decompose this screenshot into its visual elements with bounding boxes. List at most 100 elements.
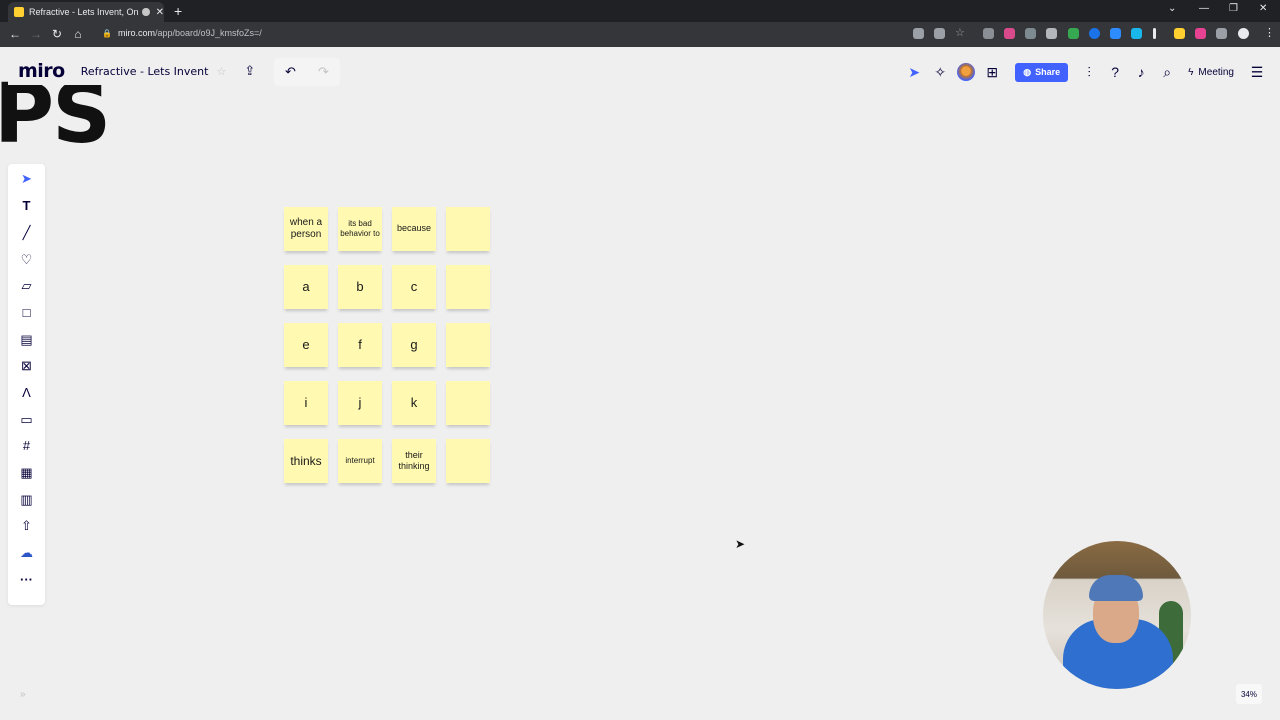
minimize-icon[interactable]: —	[1199, 3, 1209, 14]
notifications-bell-icon[interactable]: ♪	[1128, 64, 1154, 80]
sticky-note[interactable]: a	[284, 265, 328, 309]
info-ext-icon[interactable]	[1153, 28, 1156, 39]
sticky-note-icon[interactable]: ▱	[8, 275, 45, 297]
extension-flower-icon[interactable]	[1004, 28, 1015, 39]
card-icon[interactable]: ▤	[8, 329, 45, 351]
sticky-note[interactable]: e	[284, 323, 328, 367]
table-icon[interactable]: ▦	[8, 462, 45, 484]
meeting-label: Meeting	[1198, 66, 1234, 78]
star-icon[interactable]: ☆	[216, 65, 226, 78]
select-icon[interactable]: ➤	[8, 168, 45, 190]
back-icon[interactable]: ←	[8, 27, 22, 41]
restore-icon[interactable]: ❐	[1229, 3, 1238, 14]
redo-icon[interactable]: ↷	[318, 64, 329, 80]
board-header-right: ➤ ✧ ⊞ ◍ Share ⫶ ? ♪ ⌕ ϟ Meeting ☰	[901, 58, 1270, 86]
key-icon[interactable]	[934, 28, 945, 39]
sticky-note[interactable]: thinks	[284, 439, 328, 483]
template-icon[interactable]: ▥	[8, 489, 45, 511]
sticky-note[interactable]: i	[284, 381, 328, 425]
sticky-note[interactable]: their thinking	[392, 439, 436, 483]
share-button[interactable]: ◍ Share	[1015, 62, 1069, 82]
webcam-video	[1043, 541, 1191, 689]
browser-tab-bar: Refractive - Lets Invent, Onl ✕ + ⌄ — ❐ …	[0, 0, 1280, 22]
sticky-note[interactable]: its bad behavior to	[338, 207, 382, 251]
settings-sliders-icon[interactable]: ⫶	[1076, 64, 1102, 81]
sticky-note[interactable]: g	[392, 323, 436, 367]
comment-icon[interactable]: ▭	[8, 409, 45, 431]
comment-pen-icon[interactable]: Λ	[8, 382, 45, 404]
sticky-note[interactable]: j	[338, 381, 382, 425]
sticky-note[interactable]	[446, 265, 490, 309]
zoom-level[interactable]: 34%	[1236, 684, 1262, 704]
camera-icon[interactable]	[913, 28, 924, 39]
expand-sidebar-icon[interactable]: »	[20, 689, 26, 700]
search-icon[interactable]: ⌕	[1154, 64, 1180, 81]
sticky-note[interactable]: when a person	[284, 207, 328, 251]
extension-blue-icon[interactable]	[1089, 28, 1100, 39]
undo-icon[interactable]: ↶	[285, 64, 296, 80]
pen-icon[interactable]: ╱	[8, 222, 45, 244]
frame-icon[interactable]: #	[8, 435, 45, 457]
more-icon[interactable]: ···	[8, 569, 45, 591]
recording-indicator-icon	[142, 8, 150, 16]
sticky-note[interactable]	[446, 207, 490, 251]
sticky-note[interactable]	[446, 323, 490, 367]
upload-icon[interactable]: ⇧	[8, 515, 45, 537]
browser-address-bar: ← → ↻ ⌂ 🔒 miro.com/app/board/o9J_kmsfoZs=…	[0, 22, 1280, 47]
puzzle-icon[interactable]	[1216, 28, 1227, 39]
share-label: Share	[1035, 67, 1061, 77]
home-icon[interactable]: ⌂	[71, 27, 85, 41]
webcam-cap	[1089, 575, 1143, 601]
forward-icon[interactable]: →	[29, 27, 43, 41]
apps-grid-icon[interactable]: ⊞	[979, 64, 1005, 81]
board-title[interactable]: Refractive - Lets Invent	[81, 65, 209, 78]
sticky-note[interactable]: k	[392, 381, 436, 425]
board-menu-icon[interactable]: ☰	[1244, 64, 1270, 81]
board-header: miro Refractive - Lets Invent ☆ ⇪	[8, 57, 256, 85]
bookmark-star-icon[interactable]: ☆	[955, 26, 966, 39]
export-icon[interactable]: ⇪	[244, 63, 255, 79]
sticky-note[interactable]: interrupt	[338, 439, 382, 483]
color-ext-icon[interactable]	[1195, 28, 1206, 39]
sticky-note[interactable]: because	[392, 207, 436, 251]
sticky-note[interactable]: c	[392, 265, 436, 309]
sticky-note[interactable]: b	[338, 265, 382, 309]
zoom-ext-icon[interactable]	[1110, 28, 1121, 39]
board-canvas[interactable]: PS miro Refractive - Lets Invent ☆ ⇪ ↶ ↷…	[0, 47, 1280, 720]
sticky-note[interactable]	[446, 439, 490, 483]
shape-icon[interactable]: □	[8, 302, 45, 324]
menu-kebab-icon[interactable]: ⋮	[1264, 26, 1275, 39]
vimeo-icon[interactable]	[1131, 28, 1142, 39]
meeting-button[interactable]: ϟ Meeting	[1188, 67, 1234, 78]
close-window-icon[interactable]: ✕	[1259, 3, 1267, 14]
brain-icon[interactable]: ☁	[8, 542, 45, 564]
profile-icon[interactable]	[1238, 28, 1249, 39]
mouse-cursor-icon: ➤	[735, 537, 746, 551]
avatar[interactable]	[957, 63, 976, 81]
lightning-icon: ϟ	[1188, 66, 1194, 78]
left-toolbar: ➤ T ╱ ♡ ▱ □ ▤ ⊠ Λ ▭ # ▦ ▥ ⇧ ☁ ···	[8, 164, 45, 605]
pocket-icon[interactable]	[983, 28, 994, 39]
miro-ext-icon[interactable]	[1174, 28, 1185, 39]
miro-favicon-icon	[14, 7, 24, 17]
frame-cross-icon[interactable]: ⊠	[8, 355, 45, 377]
extension-square-icon[interactable]	[1046, 28, 1057, 39]
url-field[interactable]: 🔒 miro.com/app/board/o9J_kmsfoZs=/	[102, 28, 262, 38]
sticky-note[interactable]	[446, 381, 490, 425]
url-host: miro.com	[117, 28, 155, 38]
miro-logo[interactable]: miro	[8, 60, 75, 82]
celebrate-icon[interactable]: ✧	[927, 64, 953, 81]
undo-redo-group: ↶ ↷	[274, 58, 340, 86]
text-icon[interactable]: T	[8, 195, 45, 217]
reload-icon[interactable]: ↻	[50, 27, 64, 41]
follow-cursor-icon[interactable]: ➤	[901, 64, 927, 81]
sticky-note[interactable]: f	[338, 323, 382, 367]
heart-icon[interactable]: ♡	[8, 249, 45, 271]
help-icon[interactable]: ?	[1102, 64, 1128, 80]
extension-gear-icon[interactable]	[1025, 28, 1036, 39]
drive-icon[interactable]	[1068, 28, 1079, 39]
new-tab-button[interactable]: +	[174, 3, 182, 19]
tab-close-icon[interactable]: ✕	[156, 7, 164, 18]
browser-tab[interactable]: Refractive - Lets Invent, Onl ✕	[8, 2, 164, 22]
tab-search-icon[interactable]: ⌄	[1168, 3, 1176, 14]
